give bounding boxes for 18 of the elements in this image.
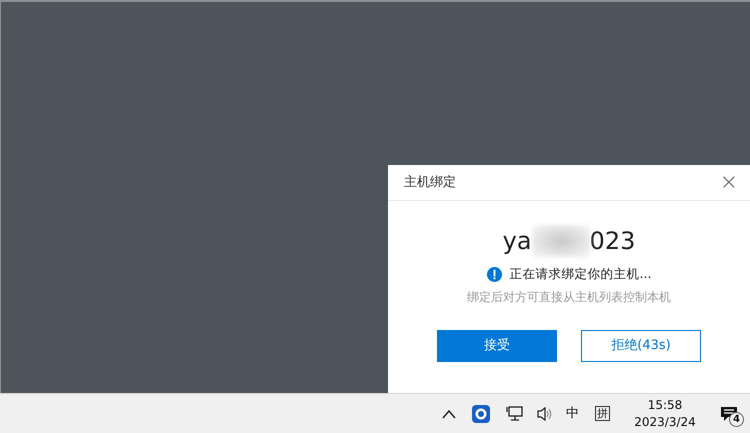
info-icon <box>486 266 502 282</box>
clock-date[interactable]: 2023/3/24 <box>634 414 696 430</box>
request-message: 正在请求绑定你的主机... <box>510 265 652 283</box>
host-name-end: 023 <box>590 226 636 256</box>
notification-badge: 4 <box>729 412 744 426</box>
hint-text: 绑定后对方可直接从主机列表控制本机 <box>467 288 671 306</box>
dialog-title: 主机绑定 <box>404 174 456 192</box>
ime-mode-indicator[interactable]: 中 <box>566 404 579 424</box>
redaction-blur <box>532 225 590 257</box>
host-name-start: ya <box>502 226 532 256</box>
clock-time[interactable]: 15:58 <box>648 397 682 414</box>
close-button[interactable]: × <box>720 172 738 194</box>
app-tray-icon[interactable] <box>472 404 490 422</box>
reject-button[interactable]: 拒绝(43s) <box>581 330 701 362</box>
volume-icon[interactable] <box>536 406 554 422</box>
ime-name-indicator[interactable]: 拼 <box>595 406 610 422</box>
accept-button[interactable]: 接受 <box>437 330 557 362</box>
chevron-up-icon[interactable] <box>442 408 456 418</box>
